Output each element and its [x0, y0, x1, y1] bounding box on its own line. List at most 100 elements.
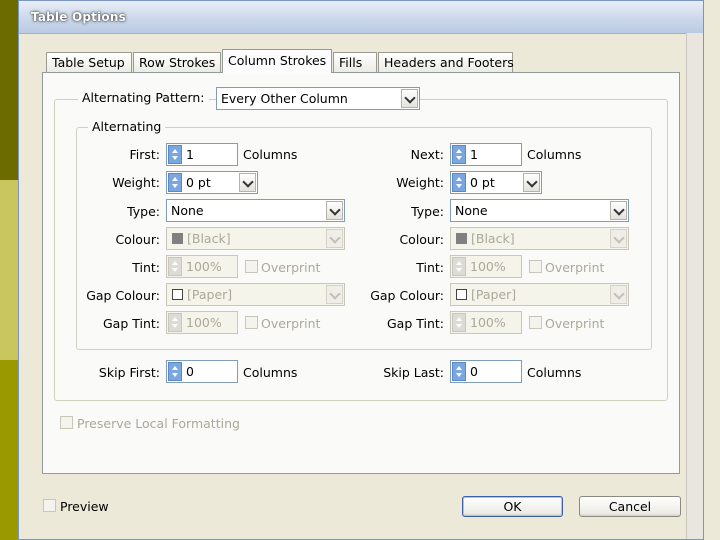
next-gap-overprint-label: Overprint — [545, 316, 605, 331]
next-gap-tint-stepper[interactable]: 100% — [450, 311, 522, 334]
spinner-arrows-icon[interactable] — [168, 145, 182, 164]
spinner-arrows-icon[interactable] — [168, 173, 182, 192]
window-edge — [686, 33, 703, 539]
first-gap-tint-value: 100% — [186, 315, 222, 330]
next-gap-tint-label: Gap Tint: — [386, 316, 444, 331]
paper-swatch-icon — [172, 289, 183, 300]
next-columns-value: 1 — [470, 147, 478, 162]
preserve-local-formatting-label: Preserve Local Formatting — [77, 416, 240, 431]
first-weight-combo[interactable]: 0 pt — [166, 171, 258, 194]
next-type-label: Type: — [411, 204, 444, 219]
skip-first-label: Skip First: — [98, 365, 160, 380]
spinner-arrows-icon — [452, 313, 466, 332]
spinner-arrows-icon[interactable] — [168, 362, 182, 381]
title-bar[interactable]: Table Options — [19, 1, 703, 34]
alternating-pattern-select[interactable]: Every Other Column — [216, 87, 420, 110]
next-overprint-label: Overprint — [545, 260, 605, 275]
first-columns-value: 1 — [186, 147, 194, 162]
first-tint-stepper[interactable]: 100% — [166, 255, 238, 278]
next-gap-overprint-checkbox[interactable] — [529, 316, 542, 329]
first-gap-tint-label: Gap Tint: — [102, 316, 160, 331]
first-gap-colour-select[interactable]: [Paper] — [166, 283, 345, 306]
tab-label: Headers and Footers — [384, 55, 514, 70]
first-columns-unit: Columns — [243, 147, 298, 162]
chevron-down-icon — [326, 229, 343, 248]
first-tint-value: 100% — [186, 259, 222, 274]
chevron-down-icon — [326, 201, 343, 220]
next-weight-label: Weight: — [396, 175, 444, 190]
next-overprint-checkbox[interactable] — [529, 260, 542, 273]
chevron-down-icon — [401, 89, 418, 108]
tab-label: Fills — [339, 55, 363, 70]
spinner-arrows-icon — [452, 257, 466, 276]
chevron-down-icon — [610, 285, 627, 304]
first-weight-value: 0 pt — [186, 175, 211, 190]
alternating-pattern-label: Alternating Pattern: — [78, 90, 209, 105]
preview-label: Preview — [60, 499, 109, 514]
black-swatch-icon — [456, 233, 467, 244]
next-gap-colour-label: Gap Colour: — [370, 288, 444, 303]
tab-table-setup[interactable]: Table Setup — [46, 52, 132, 72]
next-tint-stepper[interactable]: 100% — [450, 255, 522, 278]
preserve-local-formatting-checkbox[interactable] — [60, 416, 73, 429]
next-columns-stepper[interactable]: 1 — [450, 143, 522, 166]
first-label: First: — [129, 147, 160, 162]
next-gap-tint-value: 100% — [470, 315, 506, 330]
spinner-arrows-icon[interactable] — [452, 173, 466, 192]
spinner-arrows-icon — [168, 257, 182, 276]
first-weight-label: Weight: — [112, 175, 160, 190]
skip-last-value: 0 — [470, 364, 478, 379]
black-swatch-icon — [172, 233, 183, 244]
ok-button[interactable]: OK — [462, 496, 563, 517]
next-type-select[interactable]: None — [450, 199, 629, 222]
chevron-down-icon[interactable] — [523, 173, 540, 192]
tab-label: Column Strokes — [228, 53, 327, 68]
chevron-down-icon[interactable] — [239, 173, 256, 192]
next-columns-unit: Columns — [527, 147, 582, 162]
tab-fills[interactable]: Fills — [333, 52, 377, 72]
chevron-down-icon — [610, 201, 627, 220]
first-tint-label: Tint: — [132, 260, 160, 275]
skip-first-stepper[interactable]: 0 — [166, 360, 238, 383]
skip-last-label: Skip Last: — [383, 365, 444, 380]
tab-label: Row Strokes — [139, 55, 216, 70]
first-colour-select[interactable]: [Black] — [166, 227, 345, 250]
next-colour-value: [Black] — [471, 231, 515, 246]
first-type-select[interactable]: None — [166, 199, 345, 222]
first-overprint-label: Overprint — [261, 260, 321, 275]
skip-first-value: 0 — [186, 364, 194, 379]
tab-headers-and-footers[interactable]: Headers and Footers — [378, 52, 514, 72]
preview-checkbox[interactable] — [43, 499, 56, 512]
chevron-down-icon — [326, 285, 343, 304]
next-colour-select[interactable]: [Black] — [450, 227, 629, 250]
alternating-group-legend: Alternating — [88, 119, 166, 134]
next-gap-colour-value: [Paper] — [471, 287, 517, 302]
first-type-label: Type: — [127, 204, 160, 219]
tab-row-strokes[interactable]: Row Strokes — [133, 52, 221, 72]
desktop-background-strip — [0, 0, 18, 540]
first-gap-colour-label: Gap Colour: — [86, 288, 160, 303]
skip-last-unit: Columns — [527, 365, 582, 380]
first-colour-label: Colour: — [115, 232, 160, 247]
first-gap-overprint-label: Overprint — [261, 316, 321, 331]
spinner-arrows-icon[interactable] — [452, 362, 466, 381]
spinner-arrows-icon[interactable] — [452, 145, 466, 164]
first-columns-stepper[interactable]: 1 — [166, 143, 238, 166]
paper-swatch-icon — [456, 289, 467, 300]
skip-last-stepper[interactable]: 0 — [450, 360, 522, 383]
spinner-arrows-icon — [168, 313, 182, 332]
first-gap-overprint-checkbox[interactable] — [245, 316, 258, 329]
first-type-value: None — [171, 203, 204, 218]
next-colour-label: Colour: — [399, 232, 444, 247]
window-title: Table Options — [31, 10, 126, 24]
tab-column-strokes[interactable]: Column Strokes — [222, 49, 332, 73]
next-weight-combo[interactable]: 0 pt — [450, 171, 542, 194]
next-gap-colour-select[interactable]: [Paper] — [450, 283, 629, 306]
next-weight-value: 0 pt — [470, 175, 495, 190]
next-label: Next: — [410, 147, 444, 162]
first-gap-tint-stepper[interactable]: 100% — [166, 311, 238, 334]
first-overprint-checkbox[interactable] — [245, 260, 258, 273]
next-tint-label: Tint: — [416, 260, 444, 275]
cancel-button[interactable]: Cancel — [579, 496, 681, 517]
alternating-pattern-value: Every Other Column — [221, 91, 348, 106]
